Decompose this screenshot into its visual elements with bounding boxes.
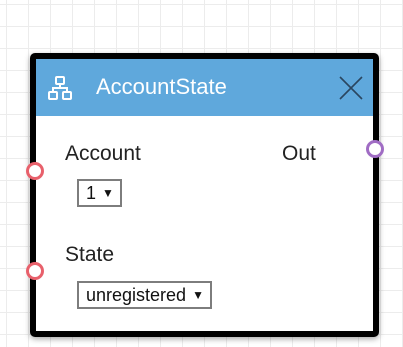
state-input-port[interactable] — [26, 262, 44, 280]
out-output-port[interactable] — [366, 140, 384, 158]
close-icon[interactable] — [335, 72, 367, 104]
node-body: AccountState Account Out 1 ▼ State unregi… — [36, 59, 373, 331]
hierarchy-icon — [47, 75, 73, 101]
node-header[interactable]: AccountState — [36, 59, 373, 116]
out-output-label: Out — [282, 142, 316, 165]
account-input-port[interactable] — [26, 162, 44, 180]
chevron-down-icon: ▼ — [102, 186, 114, 200]
account-dropdown-value: 1 — [86, 183, 97, 203]
node-title: AccountState — [96, 74, 227, 99]
chevron-down-icon: ▼ — [192, 288, 204, 302]
account-state-node[interactable]: AccountState Account Out 1 ▼ State unregi… — [30, 53, 379, 337]
state-dropdown-value: unregistered — [86, 285, 187, 305]
account-dropdown[interactable]: 1 ▼ — [77, 179, 122, 207]
state-dropdown[interactable]: unregistered ▼ — [77, 281, 212, 309]
account-input-label: Account — [65, 142, 141, 165]
state-input-label: State — [65, 243, 115, 266]
